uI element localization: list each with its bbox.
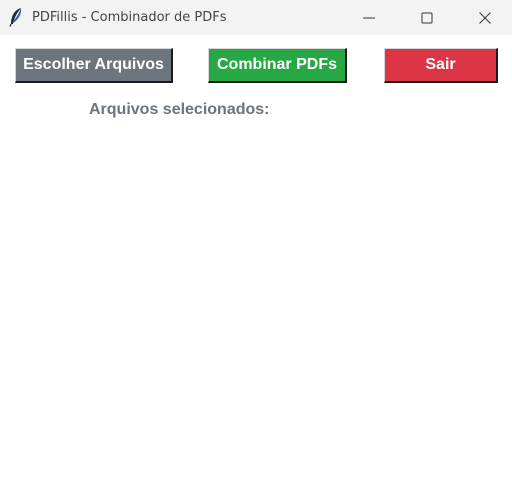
- window-title: PDFillis - Combinador de PDFs: [32, 10, 227, 25]
- merge-pdfs-button[interactable]: Combinar PDFs: [208, 48, 347, 83]
- selected-files-list[interactable]: [15, 124, 497, 464]
- minimize-icon: [363, 17, 375, 18]
- close-icon: [479, 11, 491, 24]
- maximize-button[interactable]: [404, 0, 450, 35]
- minimize-button[interactable]: [346, 0, 392, 35]
- feather-icon: [8, 7, 24, 27]
- choose-files-button[interactable]: Escolher Arquivos: [15, 48, 173, 83]
- selected-files-label: Arquivos selecionados:: [89, 101, 270, 118]
- exit-button[interactable]: Sair: [384, 48, 498, 83]
- close-button[interactable]: [462, 0, 508, 35]
- maximize-icon: [421, 12, 433, 23]
- title-bar[interactable]: PDFillis - Combinador de PDFs: [0, 0, 512, 35]
